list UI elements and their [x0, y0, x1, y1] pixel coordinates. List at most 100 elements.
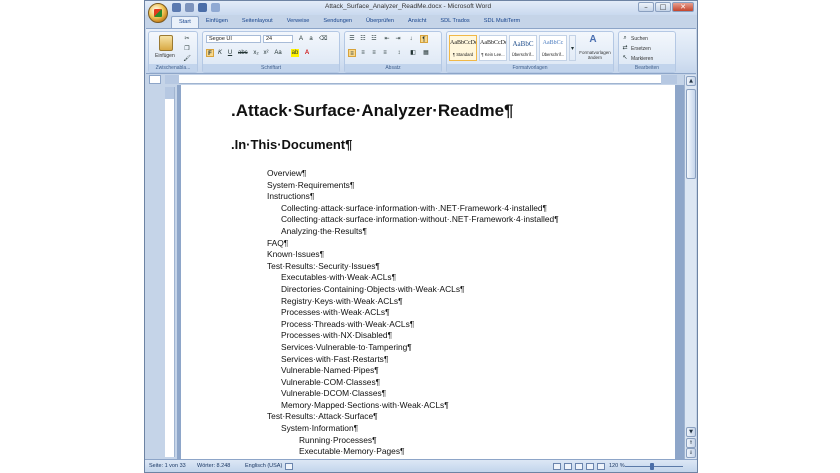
previous-page-icon[interactable]: ⇑ [686, 438, 696, 448]
numbering-icon[interactable]: ☷ [359, 35, 367, 43]
toc-entry: FAQ¶ [267, 237, 289, 248]
replace-button[interactable]: Ersetzen [631, 46, 651, 52]
style-heading-1[interactable]: AaBbC Überschrif... [509, 35, 537, 61]
tab-start[interactable]: Start [171, 16, 199, 28]
subscript-icon[interactable]: x₂ [252, 49, 260, 57]
tab-page-layout[interactable]: Seitenlayout [235, 16, 280, 28]
save-icon[interactable] [172, 3, 181, 12]
quick-access-toolbar [172, 3, 220, 13]
draft-view-icon[interactable] [597, 463, 605, 470]
font-group-label: Schriftart [203, 64, 339, 72]
italic-icon[interactable]: K [216, 49, 224, 57]
style-heading-2[interactable]: AaBbCc Überschrif... [539, 35, 567, 61]
show-formatting-icon[interactable]: ¶ [420, 35, 428, 43]
office-button[interactable] [148, 3, 168, 23]
shading-icon[interactable]: ◧ [409, 49, 417, 57]
language-indicator[interactable]: Englisch (USA) [245, 463, 282, 469]
document-page[interactable]: .Attack·Surface·Analyzer·Readme¶ .In·Thi… [181, 85, 675, 460]
font-size-select[interactable]: 24 [263, 35, 293, 43]
next-page-icon[interactable]: ⇓ [686, 448, 696, 458]
scroll-down-icon[interactable]: ▼ [686, 427, 696, 437]
word-count[interactable]: Wörter: 8.248 [197, 463, 230, 469]
full-screen-view-icon[interactable] [564, 463, 572, 470]
copy-icon[interactable]: ❐ [183, 45, 191, 53]
zoom-slider[interactable] [625, 466, 683, 467]
sort-icon[interactable]: ↓ [407, 35, 415, 43]
maximize-button[interactable]: □ [655, 2, 671, 12]
tab-view[interactable]: Ansicht [401, 16, 433, 28]
multilevel-list-icon[interactable]: ☳ [370, 35, 378, 43]
print-layout-view-icon[interactable] [553, 463, 561, 470]
justify-icon[interactable]: ≡ [381, 49, 389, 57]
undo-icon[interactable] [185, 3, 194, 12]
bold-icon[interactable]: F [206, 49, 214, 57]
vertical-scrollbar[interactable]: ▲ ▼ ⇑ ⇓ [684, 75, 696, 460]
outline-view-icon[interactable] [586, 463, 594, 470]
format-painter-icon[interactable]: 🖌 [183, 55, 191, 63]
strikethrough-icon[interactable]: abc [238, 49, 248, 57]
vertical-ruler[interactable] [165, 87, 175, 457]
shrink-font-icon[interactable]: a [307, 35, 315, 43]
paste-icon [159, 35, 173, 51]
superscript-icon[interactable]: x² [262, 49, 270, 57]
toc-entry: Running·Processes¶ [299, 434, 377, 445]
scroll-thumb[interactable] [686, 89, 696, 179]
increase-indent-icon[interactable]: ⇥ [394, 35, 402, 43]
tab-references[interactable]: Verweise [280, 16, 317, 28]
minimize-button[interactable]: – [638, 2, 654, 12]
toc-entry: Processes·with·NX·Disabled¶ [281, 330, 393, 341]
change-styles-button[interactable]: Formatvorlagen ändern [578, 50, 612, 60]
cut-icon[interactable]: ✂ [183, 35, 191, 43]
print-icon[interactable] [211, 3, 220, 12]
align-center-icon[interactable]: ≡ [359, 49, 367, 57]
status-bar: Seite: 1 von 33 Wörter: 8.248 Englisch (… [145, 459, 697, 472]
style-sample: AaBbCcDc [480, 40, 506, 46]
styles-group: AaBbCcDc ¶ Standard AaBbCcDc ¶ Kein Lee.… [446, 31, 614, 73]
close-button[interactable]: ✕ [672, 2, 694, 12]
select-icon: ↖ [622, 55, 628, 61]
tab-insert[interactable]: Einfügen [199, 16, 235, 28]
find-button[interactable]: Suchen [631, 36, 648, 42]
font-name-select[interactable]: Segoe UI [206, 35, 261, 43]
style-standard[interactable]: AaBbCcDc ¶ Standard [449, 35, 477, 61]
select-button[interactable]: Markieren [631, 56, 653, 62]
table-of-contents: Overview¶ System·Requirements¶ Instruction… [267, 168, 559, 458]
horizontal-ruler[interactable] [165, 75, 677, 84]
change-case-icon[interactable]: Aa [274, 49, 282, 57]
tab-sdl-trados[interactable]: SDL Trados [433, 16, 476, 28]
align-right-icon[interactable]: ≡ [370, 49, 378, 57]
zoom-slider-thumb[interactable] [650, 463, 654, 470]
proofing-icon[interactable] [285, 463, 293, 470]
highlight-icon[interactable]: ab [291, 49, 299, 57]
borders-icon[interactable]: ▦ [422, 49, 430, 57]
ruler-toggle[interactable] [149, 75, 161, 84]
tab-mailings[interactable]: Sendungen [316, 16, 359, 28]
page-count[interactable]: Seite: 1 von 33 [149, 463, 186, 469]
tab-sdl-multiterm[interactable]: SDL MultiTerm [477, 16, 527, 28]
web-layout-view-icon[interactable] [575, 463, 583, 470]
word-window: Attack_Surface_Analyzer_ReadMe.docx - Mi… [144, 0, 698, 473]
styles-scroll-icon[interactable]: ▾ [569, 35, 576, 61]
clear-format-icon[interactable]: ⌫ [319, 35, 327, 43]
underline-icon[interactable]: U [226, 49, 234, 57]
title-bar: Attack_Surface_Analyzer_ReadMe.docx - Mi… [145, 1, 697, 15]
clipboard-group: Einfügen ✂ ❐ 🖌 Zwischenabla... [148, 31, 198, 73]
font-color-icon[interactable]: A [303, 49, 311, 57]
style-sample: AaBbC [512, 40, 534, 48]
align-left-icon[interactable]: ≡ [348, 49, 356, 57]
style-no-spacing[interactable]: AaBbCcDc ¶ Kein Lee... [479, 35, 507, 61]
line-spacing-icon[interactable]: ↕ [395, 49, 403, 57]
paragraph-group-label: Absatz [345, 64, 441, 72]
toc-entry: System·Information¶ [281, 423, 359, 434]
scroll-up-icon[interactable]: ▲ [686, 76, 696, 86]
paste-button[interactable]: Einfügen [155, 53, 175, 59]
redo-icon[interactable] [198, 3, 207, 12]
decrease-indent-icon[interactable]: ⇤ [383, 35, 391, 43]
grow-font-icon[interactable]: A [297, 35, 305, 43]
tab-review[interactable]: Überprüfen [359, 16, 401, 28]
bullets-icon[interactable]: ☰ [348, 35, 356, 43]
ribbon: Einfügen ✂ ❐ 🖌 Zwischenabla... Segoe UI … [146, 28, 696, 74]
find-icon: ⌕ [623, 35, 627, 41]
toc-entry: System·Requirements¶ [267, 179, 355, 190]
zoom-level[interactable]: 120 % [609, 463, 625, 469]
